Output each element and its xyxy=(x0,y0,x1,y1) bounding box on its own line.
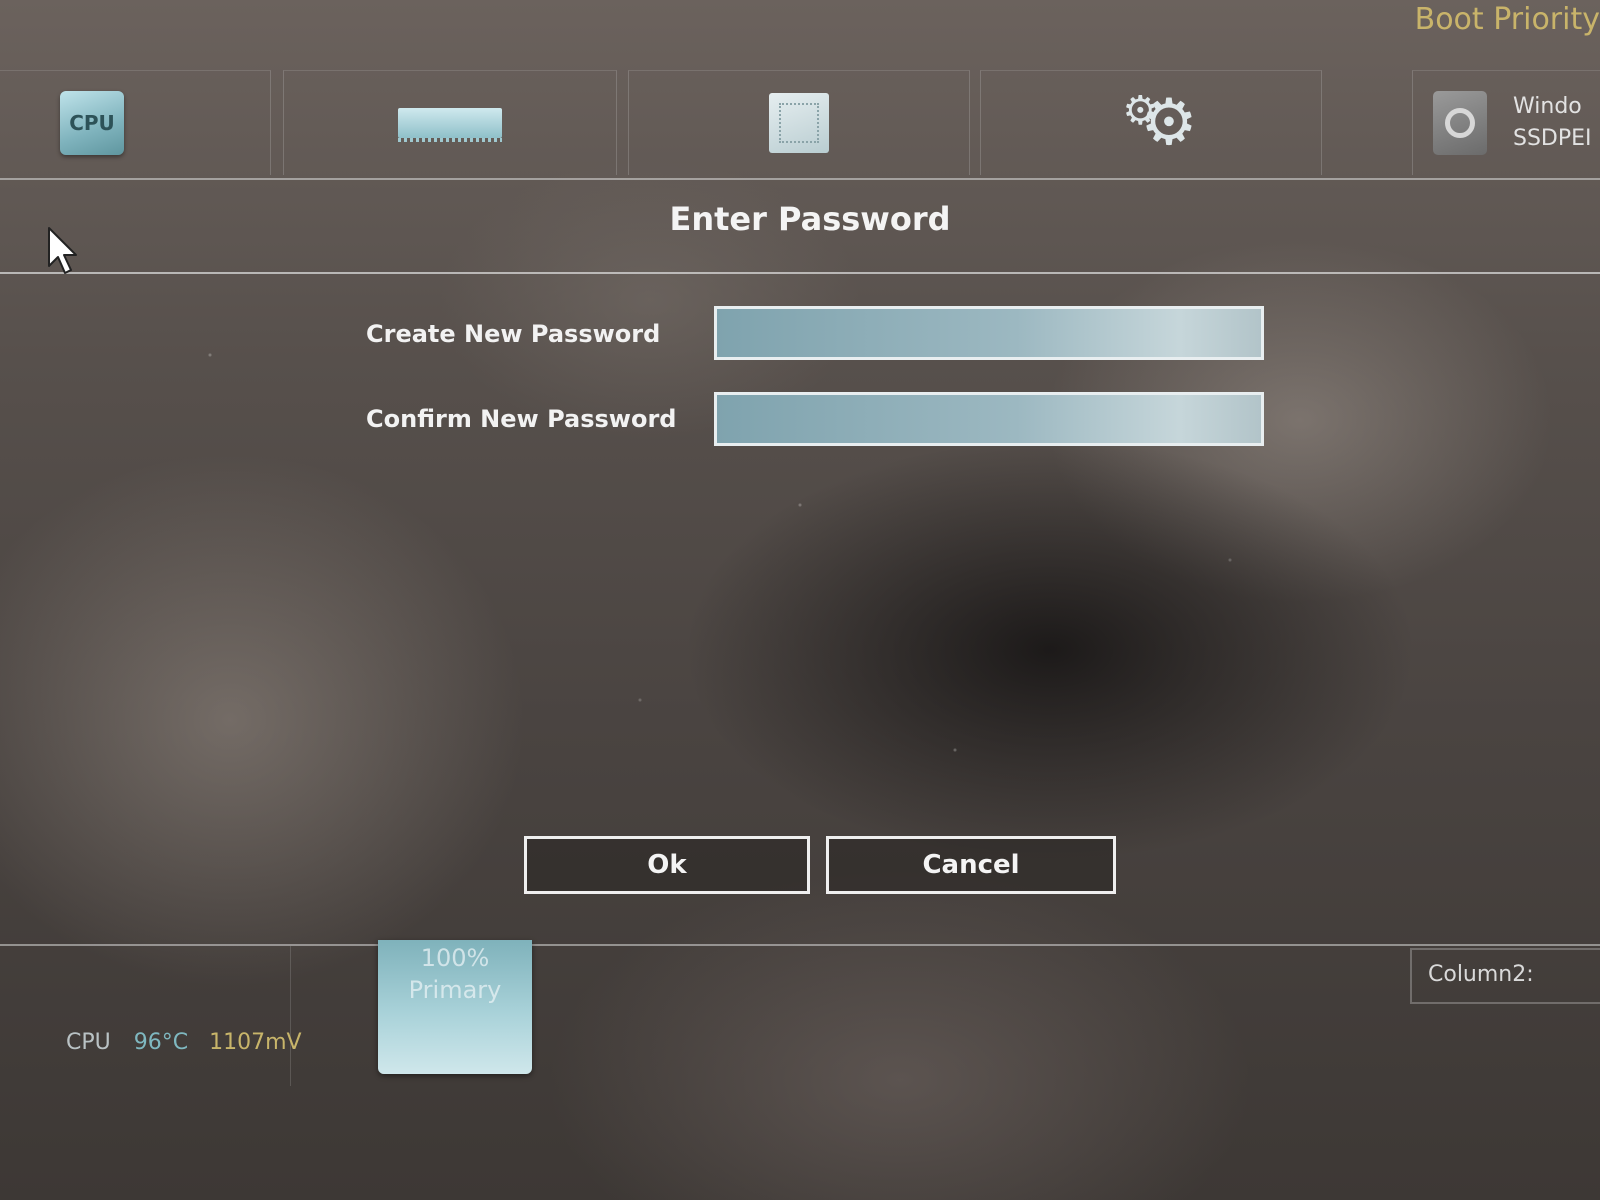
cpu-temperature: 96°C xyxy=(133,1030,189,1055)
status-panel xyxy=(0,946,291,1086)
boot-device-name: Windo xyxy=(1513,94,1582,119)
bios-screen: Boot Priority CPU ⚙⚙ Windo SSDPEI Enter xyxy=(0,0,1600,1200)
usage-bar[interactable]: 100% Primary xyxy=(378,940,532,1074)
dialog-title: Enter Password xyxy=(669,200,951,238)
create-password-input[interactable] xyxy=(714,306,1264,360)
cpu-status-label: CPU xyxy=(66,1030,111,1055)
cancel-button[interactable]: Cancel xyxy=(826,836,1116,894)
hard-disk-icon xyxy=(1433,91,1487,155)
column-label: Column2: xyxy=(1428,962,1534,987)
column-box: Column2: xyxy=(1410,948,1600,1004)
cpu-voltage: 1107mV xyxy=(209,1030,302,1055)
cpu-chip-label: CPU xyxy=(69,111,115,135)
tab-chipset[interactable] xyxy=(628,70,970,175)
gears-icon: ⚙⚙ xyxy=(1122,86,1197,160)
boot-device-model: SSDPEI xyxy=(1513,126,1592,151)
boot-priority-label[interactable]: Boot Priority xyxy=(1415,2,1600,37)
boot-device-text: Windo SSDPEI xyxy=(1513,91,1592,155)
tab-memory[interactable] xyxy=(283,70,617,175)
memory-stick-icon xyxy=(398,108,502,142)
boot-device-item[interactable]: Windo SSDPEI xyxy=(1412,70,1600,175)
confirm-password-input[interactable] xyxy=(714,392,1264,446)
cpu-chip-icon: CPU xyxy=(60,91,124,155)
cpu-status: CPU 96°C 1107mV xyxy=(66,1030,302,1055)
motherboard-chip-icon xyxy=(769,93,829,153)
confirm-password-label: Confirm New Password xyxy=(366,405,677,433)
usage-percent: 100% xyxy=(420,944,490,972)
dialog-header: Enter Password xyxy=(0,180,1600,274)
create-password-label: Create New Password xyxy=(366,320,661,348)
top-tab-bar: CPU ⚙⚙ Windo SSDPEI xyxy=(0,60,1600,180)
tab-settings[interactable]: ⚙⚙ xyxy=(980,70,1322,175)
ok-button[interactable]: Ok xyxy=(524,836,810,894)
tab-cpu[interactable]: CPU xyxy=(0,70,271,175)
usage-label: Primary xyxy=(408,976,502,1004)
